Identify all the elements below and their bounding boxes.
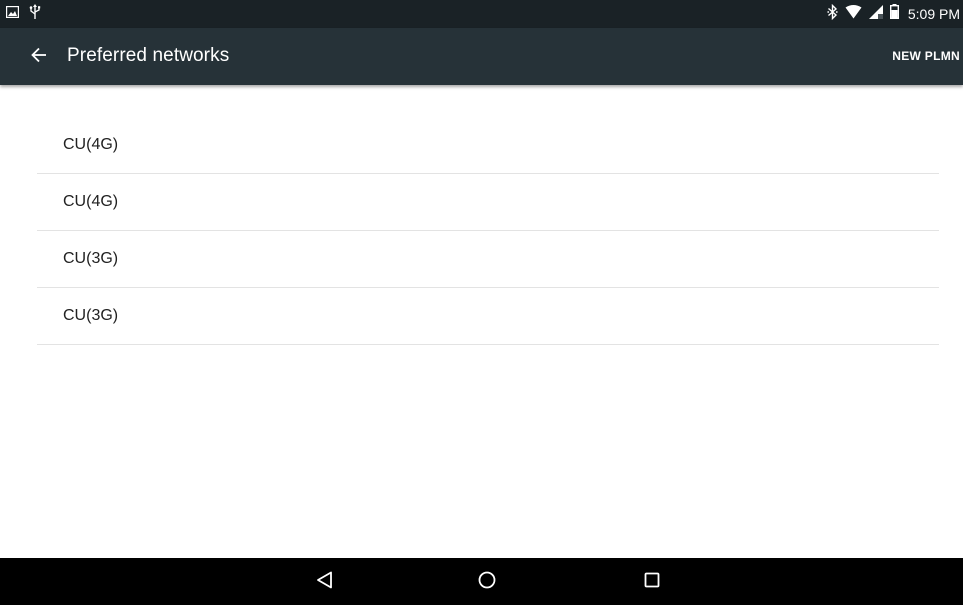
network-list-item[interactable]: CU(4G) xyxy=(37,117,939,174)
network-list-item[interactable]: CU(3G) xyxy=(37,288,939,345)
arrow-back-icon xyxy=(31,47,47,68)
preferred-networks-screen: 5:09 PM Preferred networks NEW PLMN CU(4… xyxy=(0,0,963,605)
nav-recents-button[interactable] xyxy=(636,566,668,598)
cell-signal-icon xyxy=(868,4,883,24)
network-label: CU(4G) xyxy=(63,193,119,210)
new-plmn-button[interactable]: NEW PLMN xyxy=(892,49,960,63)
recents-square-icon xyxy=(644,572,660,593)
app-toolbar: Preferred networks NEW PLMN xyxy=(0,28,963,85)
battery-icon xyxy=(889,4,899,24)
nav-home-button[interactable] xyxy=(471,566,503,598)
home-circle-icon xyxy=(478,571,496,594)
status-time: 5:09 PM xyxy=(907,6,960,22)
back-button[interactable] xyxy=(22,40,56,74)
status-left-icons xyxy=(5,3,41,25)
network-list-item[interactable]: CU(3G) xyxy=(37,231,939,288)
preferred-networks-list: CU(4G) CU(4G) CU(3G) CU(3G) xyxy=(37,117,939,345)
back-triangle-icon xyxy=(316,571,334,594)
status-right-icons: 5:09 PM xyxy=(827,3,960,25)
network-label: CU(3G) xyxy=(63,250,119,267)
page-title: Preferred networks xyxy=(67,45,230,66)
status-bar: 5:09 PM xyxy=(0,0,963,28)
wifi-icon xyxy=(845,4,862,24)
image-notification-icon xyxy=(5,5,20,23)
usb-icon xyxy=(29,3,41,25)
network-label: CU(4G) xyxy=(63,136,119,153)
network-label: CU(3G) xyxy=(63,307,119,324)
bluetooth-icon xyxy=(827,3,838,25)
nav-back-button[interactable] xyxy=(309,566,341,598)
navigation-bar xyxy=(0,558,963,605)
network-list-item[interactable]: CU(4G) xyxy=(37,174,939,231)
